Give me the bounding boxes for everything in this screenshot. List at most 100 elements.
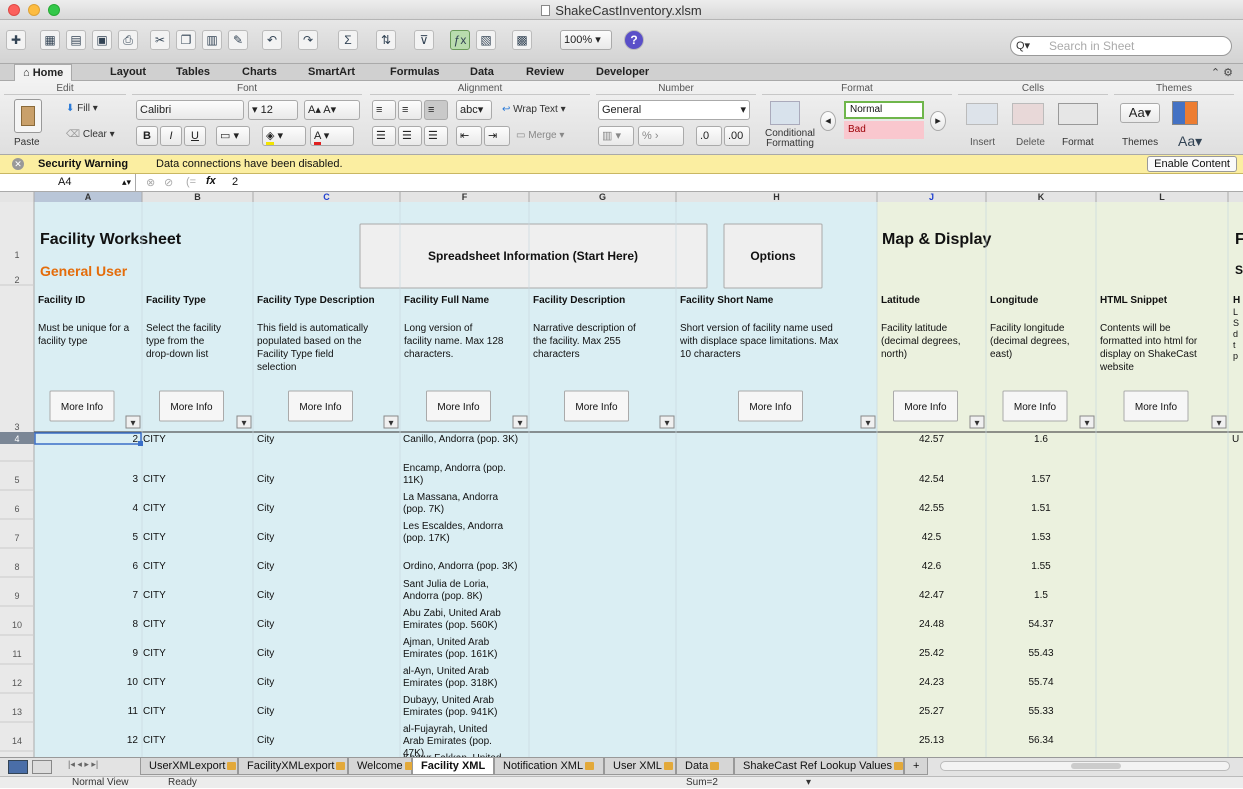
facility-type-desc-cell[interactable]: City (257, 735, 274, 746)
facility-full-name-cell[interactable]: Canillo, Andorra (pop. 3K) (403, 434, 518, 445)
row-header-13[interactable]: 13 (12, 707, 22, 717)
horizontal-scrollbar[interactable] (940, 761, 1230, 771)
facility-full-name-cell[interactable]: Emirates (pop. 941K) (403, 707, 498, 718)
format-cells-icon[interactable] (1058, 103, 1098, 125)
show-hide-icon[interactable]: ▧ (476, 30, 496, 50)
column-header-c[interactable]: C (323, 192, 330, 202)
column-header-l[interactable]: L (1159, 192, 1165, 202)
worksheet-grid[interactable]: A B C F G H J K L123Facility WorksheetGeneral Us… (0, 192, 1243, 757)
align-middle-button[interactable]: ≡ (398, 100, 422, 120)
tab-developer[interactable]: Developer (588, 64, 657, 81)
increase-indent-button[interactable]: ⇥ (484, 126, 510, 146)
save-icon[interactable]: ▣ (92, 30, 112, 50)
facility-id-cell[interactable]: 11 (128, 706, 139, 717)
latitude-cell[interactable]: 24.23 (919, 677, 944, 688)
font-color-button[interactable]: A ▾ (310, 126, 354, 146)
fill-handle[interactable] (138, 441, 143, 446)
autosum-icon[interactable]: Σ (338, 30, 358, 50)
facility-full-name-cell[interactable]: Emirates (pop. 560K) (403, 620, 498, 631)
function-icon[interactable]: fx (206, 175, 216, 187)
row-header-8[interactable]: 8 (14, 562, 19, 572)
bold-button[interactable]: B (136, 126, 158, 146)
column-header-k[interactable]: K (1038, 192, 1045, 202)
print-icon[interactable]: ⎙ (118, 30, 138, 50)
align-center-button[interactable]: ☰ (398, 126, 422, 146)
decrease-indent-button[interactable]: ⇤ (456, 126, 482, 146)
facility-full-name-cell[interactable]: Emirates (pop. 318K) (403, 678, 498, 689)
facility-full-name-cell[interactable]: Dubayy, United Arab (403, 695, 494, 706)
fill-color-button[interactable]: ◈ ▾ (262, 126, 306, 146)
percent-format-button[interactable]: % › (638, 126, 684, 146)
increase-decimal-button[interactable]: .0 (696, 126, 722, 146)
style-normal[interactable]: Normal (844, 101, 924, 119)
tab-layout[interactable]: Layout (102, 64, 154, 81)
orientation-button[interactable]: abc▾ (456, 100, 492, 120)
facility-type-desc-cell[interactable]: City (257, 590, 274, 601)
sheet-tab[interactable]: ShakeCast Ref Lookup Values (734, 758, 904, 775)
longitude-cell[interactable]: 1.51 (1031, 503, 1051, 514)
facility-full-name-cell[interactable]: Abu Zabi, United Arab (403, 608, 501, 619)
new-icon[interactable]: ✚ (6, 30, 26, 50)
facility-id-cell[interactable]: 10 (127, 677, 139, 688)
row-header-9[interactable]: 9 (14, 591, 19, 601)
longitude-cell[interactable]: 55.43 (1028, 648, 1053, 659)
longitude-cell[interactable]: 1.57 (1031, 474, 1051, 485)
font-name-select[interactable]: Calibri (136, 100, 244, 120)
facility-type-cell[interactable]: CITY (143, 619, 166, 630)
filter-icon[interactable]: ⊽ (414, 30, 434, 50)
facility-type-desc-cell[interactable]: City (257, 619, 274, 630)
font-grow-shrink-button[interactable]: A▴ A▾ (304, 100, 360, 120)
format-button[interactable]: Format (1062, 137, 1094, 148)
row-header-6[interactable]: 6 (14, 504, 19, 514)
facility-id-cell[interactable]: 12 (127, 735, 139, 746)
row-header-2[interactable]: 2 (14, 275, 19, 285)
cancel-formula-icon[interactable]: ⊗ (146, 176, 155, 189)
redo-icon[interactable]: ↷ (298, 30, 318, 50)
facility-full-name-cell[interactable]: (pop. 17K) (403, 533, 450, 544)
formula-input[interactable]: 2 (232, 176, 238, 188)
facility-id-cell[interactable]: 6 (132, 561, 138, 572)
formula-paren-icon[interactable]: (= (186, 176, 196, 188)
paste-button[interactable] (14, 99, 42, 133)
facility-id-cell[interactable]: 4 (132, 503, 138, 514)
delete-button[interactable]: Delete (1016, 137, 1045, 148)
page-layout-view-button[interactable] (32, 760, 52, 774)
longitude-cell[interactable]: 1.5 (1034, 590, 1048, 601)
facility-type-cell[interactable]: CITY (143, 590, 166, 601)
sheet-tab[interactable]: FacilityXMLexport (238, 758, 348, 775)
facility-id-cell[interactable]: 9 (132, 648, 138, 659)
row-header-14[interactable]: 14 (12, 736, 22, 746)
format-painter-icon[interactable]: ✎ (228, 30, 248, 50)
undo-icon[interactable]: ↶ (262, 30, 282, 50)
row-header-10[interactable]: 10 (12, 620, 22, 630)
facility-full-name-cell[interactable]: (pop. 7K) (403, 504, 444, 515)
facility-full-name-cell[interactable]: al-Ayn, United Arab (403, 666, 489, 677)
accounting-format-button[interactable]: ▥ ▾ (598, 126, 634, 146)
enable-content-button[interactable]: Enable Content (1147, 156, 1237, 172)
latitude-cell[interactable]: 25.27 (919, 706, 944, 717)
longitude-cell[interactable]: 55.33 (1028, 706, 1053, 717)
decrease-decimal-button[interactable]: .00 (724, 126, 750, 146)
tab-data[interactable]: Data (462, 64, 502, 81)
sheet-tab[interactable]: UserXMLexport (140, 758, 238, 775)
facility-type-cell[interactable]: CITY (143, 648, 166, 659)
scroll-thumb[interactable] (1071, 763, 1121, 769)
facility-type-desc-cell[interactable]: City (257, 677, 274, 688)
tab-home[interactable]: ⌂ Home (14, 64, 73, 81)
latitude-cell[interactable]: 42.6 (922, 561, 942, 572)
status-sum[interactable]: Sum=2 (686, 777, 718, 789)
facility-type-desc-cell[interactable]: City (257, 474, 274, 485)
facility-type-desc-cell[interactable]: City (257, 434, 274, 445)
facility-full-name-cell[interactable]: Encamp, Andorra (pop. (403, 463, 506, 474)
tab-tables[interactable]: Tables (168, 64, 218, 81)
latitude-cell[interactable]: 42.54 (919, 474, 944, 485)
row-header-4[interactable]: 4 (14, 434, 19, 444)
facility-type-desc-cell[interactable]: City (257, 648, 274, 659)
cut-icon[interactable]: ✂ (150, 30, 170, 50)
latitude-cell[interactable]: 42.5 (922, 532, 942, 543)
row-header-11[interactable]: 11 (12, 649, 21, 659)
sum-dropdown-icon[interactable]: ▾ (806, 777, 811, 789)
gallery-icon[interactable]: ▩ (512, 30, 532, 50)
merge-button[interactable]: ▭ Merge ▾ (516, 130, 564, 141)
longitude-cell[interactable]: 56.34 (1028, 735, 1053, 746)
